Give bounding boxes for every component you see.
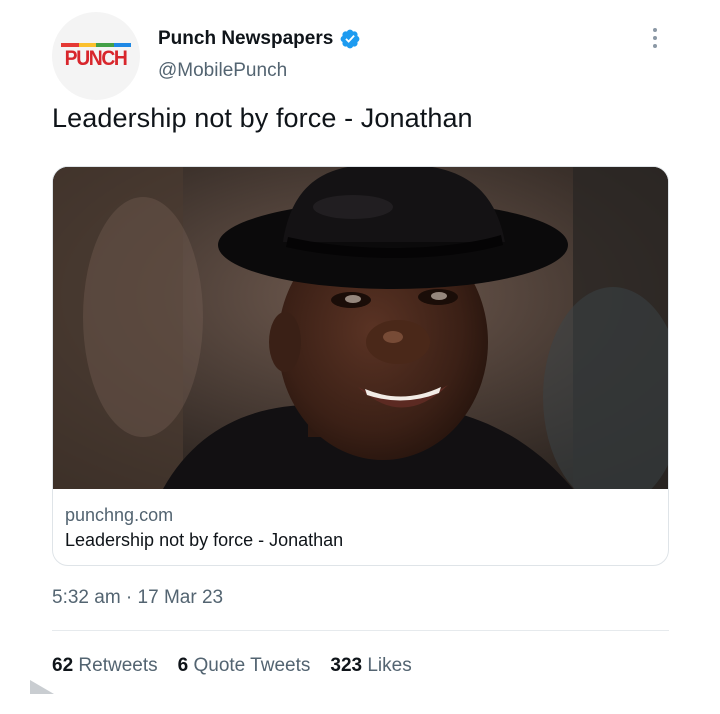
- likes-stat[interactable]: 323 Likes: [330, 655, 411, 677]
- display-name[interactable]: Punch Newspapers: [158, 28, 333, 50]
- tweet-text: Leadership not by force - Jonathan: [52, 103, 473, 133]
- more-options-icon[interactable]: [644, 22, 666, 54]
- divider: [52, 630, 669, 631]
- verified-badge-icon: [339, 28, 361, 50]
- link-card[interactable]: punchng.com Leadership not by force - Jo…: [52, 166, 669, 566]
- author-handle[interactable]: @MobilePunch: [158, 60, 287, 82]
- card-domain: punchng.com: [65, 505, 174, 525]
- corner-mark: [30, 680, 54, 694]
- retweets-count: 62: [52, 655, 74, 676]
- author-name-row: Punch Newspapers: [158, 28, 361, 50]
- retweets-label: Retweets: [78, 655, 158, 676]
- punch-logo-text: PUNCH: [65, 46, 128, 70]
- quote-tweets-label: Quote Tweets: [193, 655, 311, 676]
- avatar[interactable]: PUNCH: [52, 12, 140, 100]
- card-title: Leadership not by force - Jonathan: [65, 530, 344, 550]
- tweet-timestamp[interactable]: 5:32 am · 17 Mar 23: [52, 587, 223, 609]
- likes-count: 323: [330, 655, 363, 676]
- engagement-stats: 62 Retweets 6 Quote Tweets 323 Likes: [52, 655, 412, 677]
- quote-tweets-stat[interactable]: 6 Quote Tweets: [178, 655, 311, 677]
- retweets-stat[interactable]: 62 Retweets: [52, 655, 158, 677]
- tweet: PUNCH Punch Newspapers @MobilePunch Lead…: [0, 0, 720, 714]
- card-image: [53, 167, 668, 489]
- quote-tweets-count: 6: [177, 655, 189, 676]
- likes-label: Likes: [367, 655, 412, 676]
